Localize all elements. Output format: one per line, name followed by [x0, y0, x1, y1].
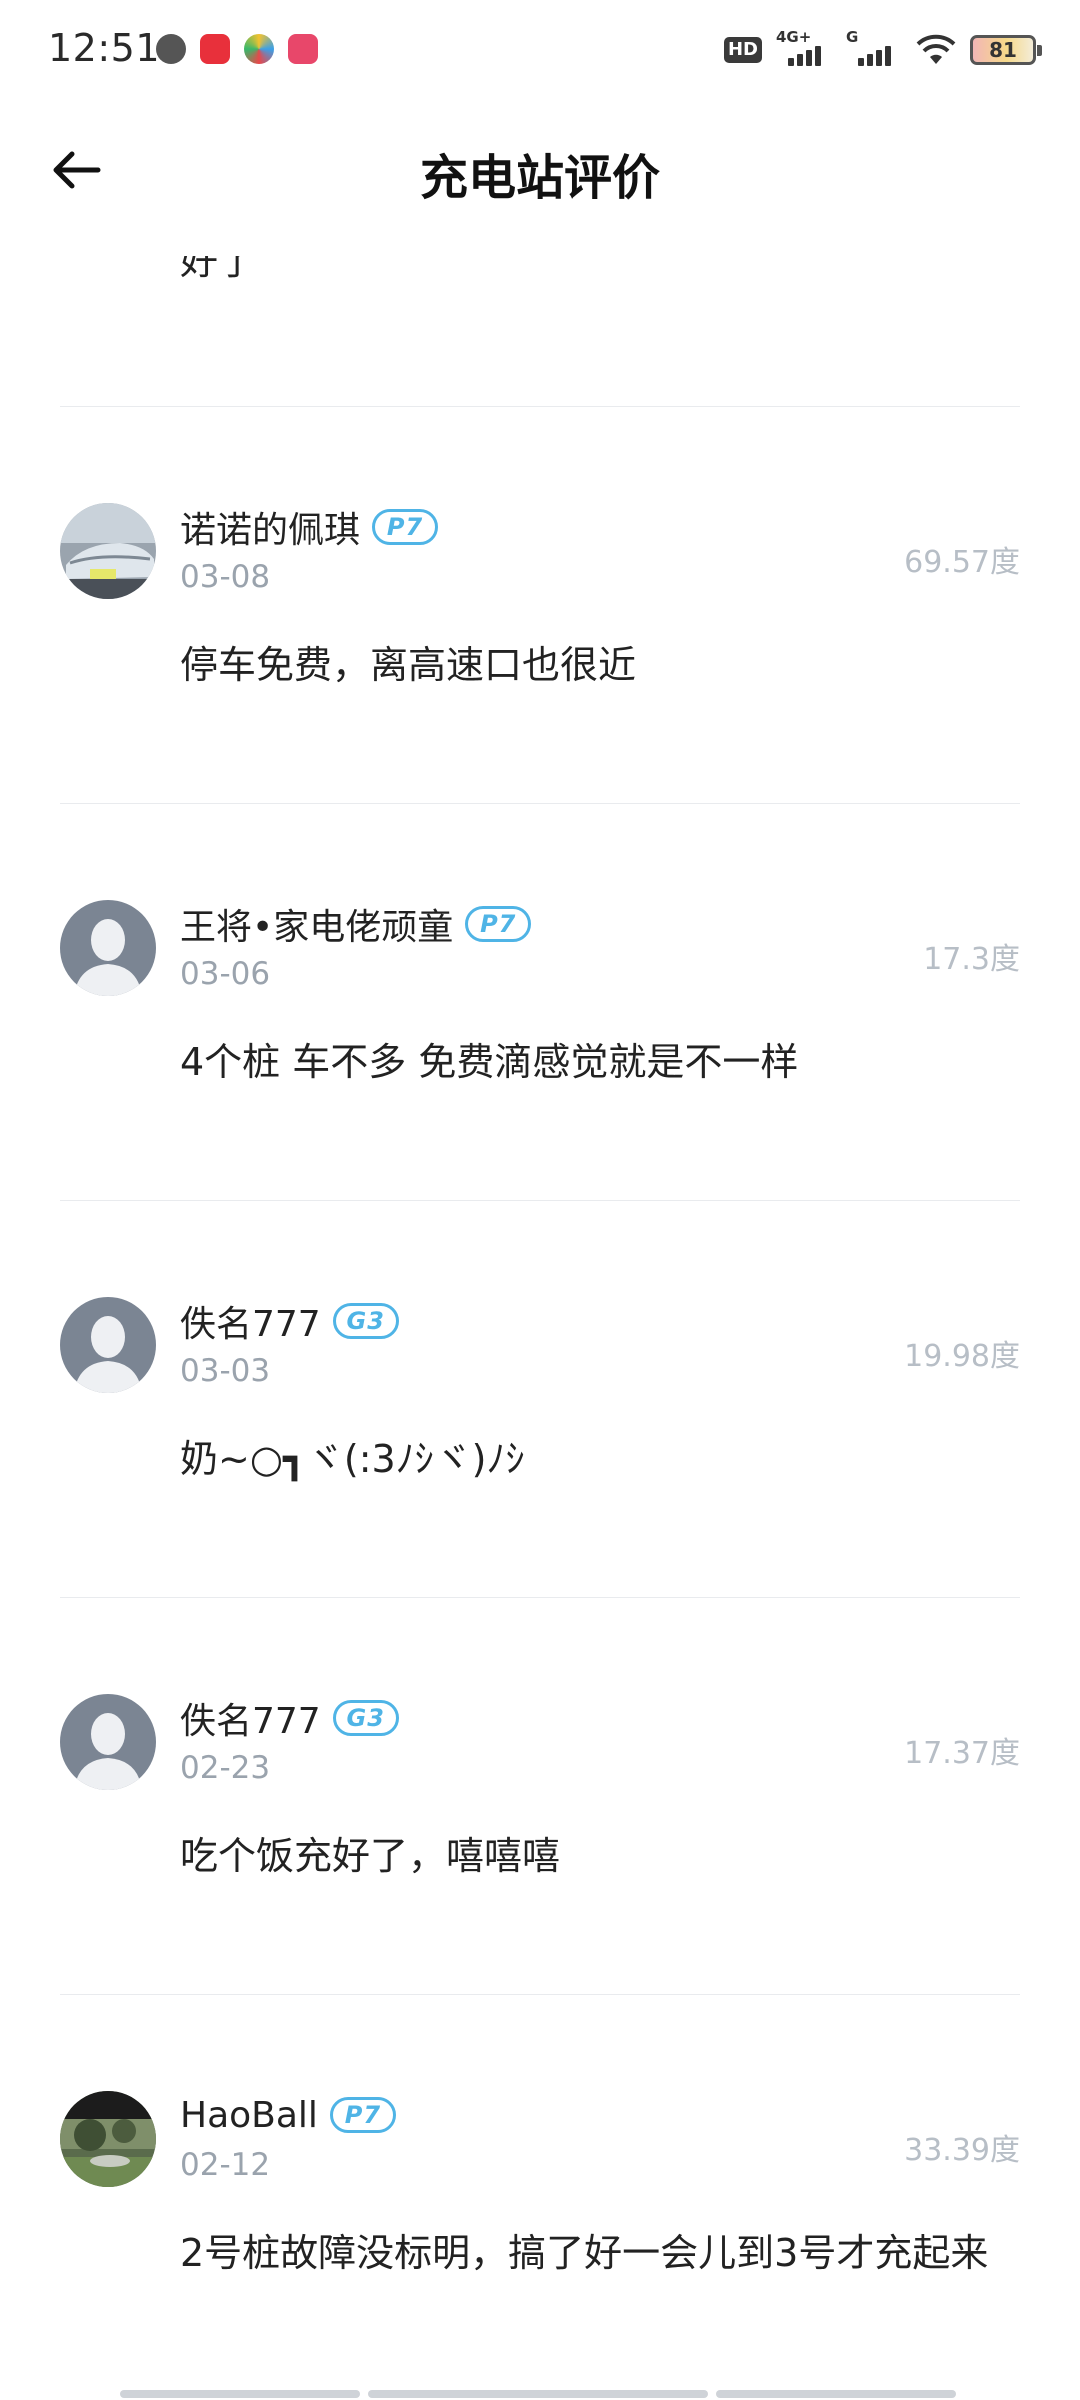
avatar[interactable] [60, 900, 156, 996]
nav-bar: 充电站评价 [0, 104, 1080, 234]
review-date: 03-03 [180, 1353, 271, 1389]
user-line: HaoBall P7 [180, 2091, 396, 2139]
review-item: 佚名777 G3 02-23 17.37度 吃个饭充好了，嘻嘻嘻 [60, 1598, 1020, 1994]
scroll-indicator [120, 2390, 960, 2398]
car-model-badge: P7 [372, 509, 439, 545]
charged-energy: 69.57度 [904, 545, 1020, 580]
car-model-badge: P7 [329, 2097, 396, 2133]
review-text: 吃个饭充好了，嘻嘻嘻 [180, 1834, 561, 1878]
status-time: 12:51 [48, 26, 161, 70]
battery-icon: 81 [970, 35, 1042, 65]
system-indicators: HD 4G+ G 81 [723, 28, 1042, 70]
review-text: 4个桩 车不多 免费滴感觉就是不一样 [180, 1040, 799, 1084]
user-line: 王将•家电佬顽童 P7 [180, 898, 532, 950]
battery-level: 81 [989, 38, 1017, 62]
review-date: 03-08 [180, 559, 271, 595]
user-line: 佚名777 G3 [180, 1297, 399, 1345]
review-date: 02-23 [180, 1750, 271, 1786]
review-date: 02-12 [180, 2147, 271, 2183]
car-model-badge: P7 [465, 906, 532, 942]
car-model-badge: G3 [332, 1700, 399, 1736]
signal-4g-icon: 4G+ [776, 28, 832, 70]
previous-review-text-partial: 好了 [180, 256, 257, 283]
charged-energy: 33.39度 [904, 2133, 1020, 2168]
page-title: 充电站评价 [419, 150, 660, 206]
notification-icons [156, 34, 318, 64]
hd-icon: HD [723, 37, 762, 63]
car-model-badge: G3 [332, 1303, 399, 1339]
review-list[interactable]: 诺诺的佩琪 P7 03-08 69.57度 停车免费，离高速口也很近 王将•家电… [60, 406, 1020, 2391]
charged-energy: 17.3度 [923, 942, 1020, 977]
review-text: 停车免费，离高速口也很近 [180, 643, 637, 687]
review-text: 2号桩故障没标明，搞了好一会儿到3号才充起来 [180, 2231, 989, 2275]
review-date: 03-06 [180, 956, 271, 992]
user-name[interactable]: 诺诺的佩琪 [180, 501, 360, 553]
user-name[interactable]: HaoBall [180, 2095, 318, 2136]
avatar[interactable] [60, 1297, 156, 1393]
avatar[interactable] [60, 1694, 156, 1790]
user-name[interactable]: 佚名777 [180, 1692, 321, 1744]
network-g-label: G [846, 28, 859, 46]
wifi-icon [916, 34, 956, 64]
review-item: 佚名777 G3 03-03 19.98度 奶~○┓ヾ(:3ﾉｼヾ)ﾉｼ [60, 1201, 1020, 1597]
app-red-notification-icon [200, 34, 230, 64]
review-item: HaoBall P7 02-12 33.39度 2号桩故障没标明，搞了好一会儿到… [60, 1995, 1020, 2391]
speed-notification-icon [156, 34, 186, 64]
review-item: 王将•家电佬顽童 P7 03-06 17.3度 4个桩 车不多 免费滴感觉就是不… [60, 804, 1020, 1200]
signal-g-icon: G [846, 28, 902, 70]
avatar[interactable] [60, 2091, 156, 2187]
status-bar: 12:51 HD 4G+ G 81 [0, 0, 1080, 104]
app-pink-notification-icon [288, 34, 318, 64]
app-colorful-notification-icon [244, 34, 274, 64]
review-item: 诺诺的佩琪 P7 03-08 69.57度 停车免费，离高速口也很近 [60, 407, 1020, 803]
user-name[interactable]: 佚名777 [180, 1295, 321, 1347]
charged-energy: 19.98度 [904, 1339, 1020, 1374]
user-line: 佚名777 G3 [180, 1694, 399, 1742]
charged-energy: 17.37度 [904, 1736, 1020, 1771]
user-name[interactable]: 王将•家电佬顽童 [180, 898, 453, 950]
user-line: 诺诺的佩琪 P7 [180, 501, 439, 553]
avatar[interactable] [60, 503, 156, 599]
review-text: 奶~○┓ヾ(:3ﾉｼヾ)ﾉｼ [180, 1437, 525, 1481]
network-4g-label: 4G+ [776, 28, 812, 46]
